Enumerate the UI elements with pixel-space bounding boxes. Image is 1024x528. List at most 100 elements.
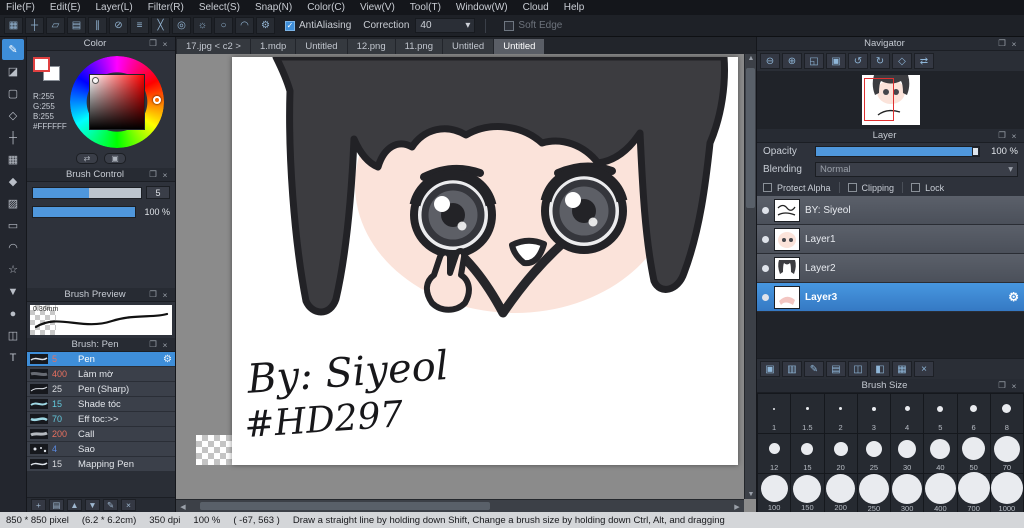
duplicate-layer-icon[interactable]: ◫ [848,361,868,377]
brush-down-icon[interactable]: ▼ [85,499,100,511]
snap-parallel-icon[interactable]: ≡ [130,17,149,34]
document-tab[interactable]: 12.png [347,39,395,54]
brush-size-option[interactable]: 20 [824,434,857,473]
canvas-document[interactable]: By: Siyeol #HD297 [232,54,738,465]
lasso-tool[interactable]: ◠ [2,237,24,258]
popout-icon[interactable]: ❐ [996,38,1008,49]
transform-icon[interactable]: ▱ [46,17,65,34]
brush-size-option[interactable]: 250 [857,474,890,512]
gear-icon[interactable]: ⚙ [1008,290,1019,304]
swap-colors-icon[interactable]: ⇄ [76,153,98,164]
popout-icon[interactable]: ❐ [147,289,159,300]
menu-filter[interactable]: Filter(R) [148,2,184,13]
brush-size-option[interactable]: 1000 [990,472,1023,512]
select-icon[interactable]: ▦ [4,17,23,34]
close-icon[interactable]: × [159,39,171,49]
brush-size-option[interactable]: 150 [791,474,824,512]
menu-file[interactable]: File(F) [6,2,35,13]
brush-size-option[interactable]: 3 [857,394,890,433]
menu-color[interactable]: Color(C) [307,2,345,13]
brush-item-call[interactable]: 200 Call [27,427,175,442]
layer-row[interactable]: BY: Siyeol [757,196,1024,225]
mask-layer-icon[interactable]: ◧ [870,361,890,377]
gradient-tool[interactable]: ▨ [2,193,24,214]
draw-transfer-icon[interactable]: ✎ [804,361,824,377]
layer-row[interactable]: Layer1 [757,225,1024,254]
grid-icon[interactable]: ▤ [67,17,86,34]
brush-item-pen[interactable]: 5 Pen ⚙ [27,352,175,367]
move-icon[interactable]: ┼ [25,17,44,34]
select-rect-tool[interactable]: ▭ [2,215,24,236]
correction-dropdown[interactable]: 40 ▾ [415,18,476,33]
menu-layer[interactable]: Layer(L) [95,2,132,13]
foreground-color-swatch[interactable] [33,57,50,72]
brush-size-option[interactable]: 6 [957,394,990,433]
document-tab[interactable]: 17.jpg < c2 > [177,39,250,54]
brush-size-option[interactable]: 25 [857,434,890,473]
rotate-right-icon[interactable]: ↻ [870,53,890,69]
vertical-scroll-thumb[interactable] [746,68,755,208]
edit-brush-icon[interactable]: ✎ [103,499,118,511]
document-tab-active[interactable]: Untitled [494,39,545,54]
hand-tool[interactable]: ● [2,303,24,324]
close-icon[interactable]: × [1008,39,1020,49]
brush-opacity-slider[interactable] [32,206,136,218]
convert-layer-icon[interactable]: ▥ [782,361,802,377]
brush-folder-icon[interactable]: ▤ [49,499,64,511]
close-icon[interactable]: × [1008,131,1020,141]
brush-size-option[interactable]: 15 [791,434,824,473]
menu-view[interactable]: View(V) [360,2,395,13]
scroll-right-icon[interactable]: ▶ [731,503,743,511]
ruler-icon[interactable]: ∥ [88,17,107,34]
popout-icon[interactable]: ❐ [996,130,1008,141]
antialiasing-checkbox[interactable]: ✓ AntiAliasing [285,20,351,31]
brush-size-option[interactable]: 50 [957,434,990,473]
menu-tool[interactable]: Tool(T) [410,2,441,13]
brush-size-option[interactable]: 100 [758,474,791,512]
soft-edge-checkbox[interactable]: Soft Edge [504,20,562,31]
brush-size-option[interactable]: 1 [758,394,791,433]
menu-help[interactable]: Help [564,2,585,13]
new-folder-icon[interactable]: ▤ [826,361,846,377]
merge-layer-icon[interactable]: ▦ [892,361,912,377]
brush-size-option[interactable]: 400 [924,473,957,512]
eraser-tool[interactable]: ◪ [2,61,24,82]
brush-size-option[interactable]: 200 [824,474,857,512]
brush-size-option[interactable]: 2 [824,394,857,433]
visibility-icon[interactable] [762,206,769,214]
color-wheel[interactable] [70,56,164,148]
brush-size-option[interactable]: 1.5 [791,394,824,433]
scroll-up-icon[interactable]: ▲ [745,55,756,62]
clipping-checkbox[interactable] [847,183,857,192]
navigator-thumbnail[interactable] [861,75,920,125]
brush-size-option[interactable]: 5 [924,394,957,433]
protect-alpha-checkbox[interactable] [763,183,772,192]
scroll-left-icon[interactable]: ◀ [177,503,189,511]
eyedropper-tool[interactable]: ▼ [2,281,24,302]
brush-item-mapping-pen[interactable]: 15 Mapping Pen [27,457,175,472]
brush-size-option[interactable]: 30 [891,434,924,473]
add-brush-icon[interactable]: + [31,499,46,511]
layer-opacity-slider[interactable] [815,146,980,157]
delete-brush-icon[interactable]: × [121,499,136,511]
vertical-scrollbar[interactable]: ▲ ▼ [744,54,756,499]
popout-icon[interactable]: ❐ [147,169,159,180]
close-icon[interactable]: × [159,340,171,350]
brush-size-option[interactable]: 8 [990,394,1023,433]
horizontal-scrollbar[interactable]: ◀ ▶ [176,499,744,512]
close-icon[interactable]: × [159,290,171,300]
brush-size-value[interactable]: 5 [146,186,170,199]
brush-size-slider[interactable] [32,186,142,199]
menu-cloud[interactable]: Cloud [523,2,549,13]
rotate-reset-icon[interactable]: ◇ [892,53,912,69]
brush-size-option[interactable]: 70 [990,434,1023,473]
snap-settings-icon[interactable]: ⚙ [256,17,275,34]
layer-row[interactable]: Layer2 [757,254,1024,283]
popout-icon[interactable]: ❐ [996,380,1008,391]
workspace[interactable]: By: Siyeol #HD297 ▲ ▼ ◀ ▶ [176,54,756,512]
sv-marker[interactable] [92,77,99,84]
zoom-actual-icon[interactable]: ▣ [826,53,846,69]
rotate-left-icon[interactable]: ↺ [848,53,868,69]
text-tool[interactable]: T [2,347,24,368]
brush-size-option[interactable]: 12 [758,434,791,473]
